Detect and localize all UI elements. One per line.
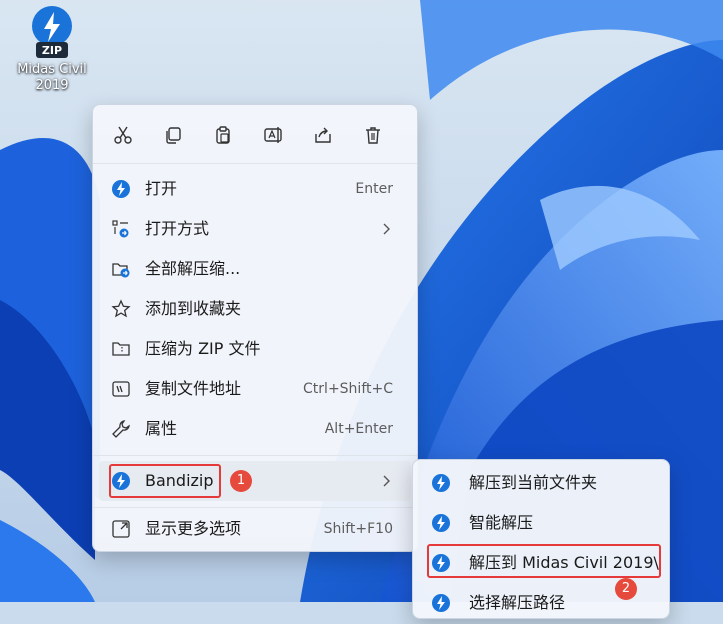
copy-icon	[166, 127, 181, 144]
step-badge-1: 1	[230, 470, 252, 492]
context-menu: 打开 Enter 打开方式 全部解压缩... 添加到收藏夹 压缩为 ZIP 文件…	[92, 104, 418, 552]
menu-item-label: 显示更多选项	[145, 519, 242, 538]
menu-item-copy-path[interactable]: 复制文件地址 Ctrl+Shift+C	[99, 369, 411, 409]
more-options-icon	[112, 520, 130, 538]
context-toolbar	[93, 115, 417, 155]
share-button[interactable]	[307, 119, 339, 151]
zip-file-icon: ZIP	[32, 6, 72, 58]
submenu-item-smart-extract[interactable]: 智能解压	[417, 502, 665, 542]
desktop-icon-label-line2: 2019	[35, 78, 69, 93]
paste-icon	[216, 126, 230, 144]
desktop-icon-label-line1: Midas Civil	[17, 62, 87, 77]
menu-item-label: 压缩为 ZIP 文件	[145, 339, 261, 358]
open-with-icon	[112, 220, 129, 238]
menu-item-label: 打开	[145, 179, 178, 198]
zip-icon-text: ZIP	[42, 44, 62, 57]
menu-item-label: 属性	[145, 419, 178, 438]
star-icon	[111, 299, 131, 318]
bandizip-icon	[432, 594, 450, 612]
paste-button[interactable]	[207, 119, 239, 151]
menu-separator	[93, 507, 417, 508]
desktop-zip-file[interactable]: ZIP Midas Civil 2019	[6, 4, 98, 94]
cut-button[interactable]	[107, 119, 139, 151]
menu-item-open[interactable]: 打开 Enter	[99, 169, 411, 209]
menu-item-label: 打开方式	[145, 219, 210, 238]
bandizip-icon	[432, 554, 450, 572]
submenu-item-label: 解压到 Midas Civil 2019\	[469, 553, 659, 572]
menu-item-shortcut: Shift+F10	[323, 521, 393, 537]
rename-button[interactable]	[257, 119, 289, 151]
chevron-right-icon	[383, 475, 390, 487]
menu-item-properties[interactable]: 属性 Alt+Enter	[99, 409, 411, 449]
menu-item-shortcut: Alt+Enter	[324, 421, 393, 437]
scissors-icon	[114, 126, 132, 144]
submenu-item-label: 解压到当前文件夹	[469, 473, 598, 492]
menu-item-label: 全部解压缩...	[145, 259, 241, 278]
submenu-item-extract-to-folder[interactable]: 解压到 Midas Civil 2019\ 2	[417, 542, 665, 600]
submenu-item-label: 选择解压路径	[469, 593, 566, 612]
extract-folder-icon	[112, 263, 130, 278]
bandizip-icon	[432, 514, 450, 532]
wrench-icon	[112, 420, 130, 438]
rename-icon	[264, 127, 282, 143]
bandizip-icon	[112, 180, 130, 198]
menu-item-label: Bandizip	[145, 471, 214, 490]
submenu-item-extract-here[interactable]: 解压到当前文件夹	[417, 462, 665, 502]
menu-separator	[93, 163, 417, 164]
menu-item-compress-zip[interactable]: 压缩为 ZIP 文件	[99, 329, 411, 369]
menu-item-add-favorites[interactable]: 添加到收藏夹	[99, 289, 411, 329]
menu-item-show-more-options[interactable]: 显示更多选项 Shift+F10	[99, 509, 411, 549]
copy-button[interactable]	[157, 119, 189, 151]
submenu-item-choose-path[interactable]: 选择解压路径	[417, 582, 665, 622]
menu-separator	[93, 455, 417, 456]
copy-path-icon	[112, 381, 130, 397]
bandizip-icon	[112, 472, 130, 490]
chevron-right-icon	[383, 223, 390, 235]
menu-item-shortcut: Ctrl+Shift+C	[303, 381, 393, 397]
trash-icon	[366, 127, 380, 144]
bandizip-submenu: 解压到当前文件夹 智能解压 解压到 Midas Civil 2019\ 2 选择…	[412, 459, 670, 619]
menu-item-bandizip[interactable]: Bandizip 1	[99, 461, 411, 501]
menu-item-label: 复制文件地址	[145, 379, 242, 398]
menu-item-label: 添加到收藏夹	[145, 299, 242, 318]
menu-item-open-with[interactable]: 打开方式	[99, 209, 411, 249]
zip-folder-icon	[112, 342, 130, 356]
menu-item-shortcut: Enter	[355, 181, 393, 197]
delete-button[interactable]	[357, 119, 389, 151]
submenu-item-label: 智能解压	[469, 513, 534, 532]
menu-item-extract-all[interactable]: 全部解压缩...	[99, 249, 411, 289]
share-icon	[315, 127, 331, 143]
bandizip-icon	[432, 474, 450, 492]
